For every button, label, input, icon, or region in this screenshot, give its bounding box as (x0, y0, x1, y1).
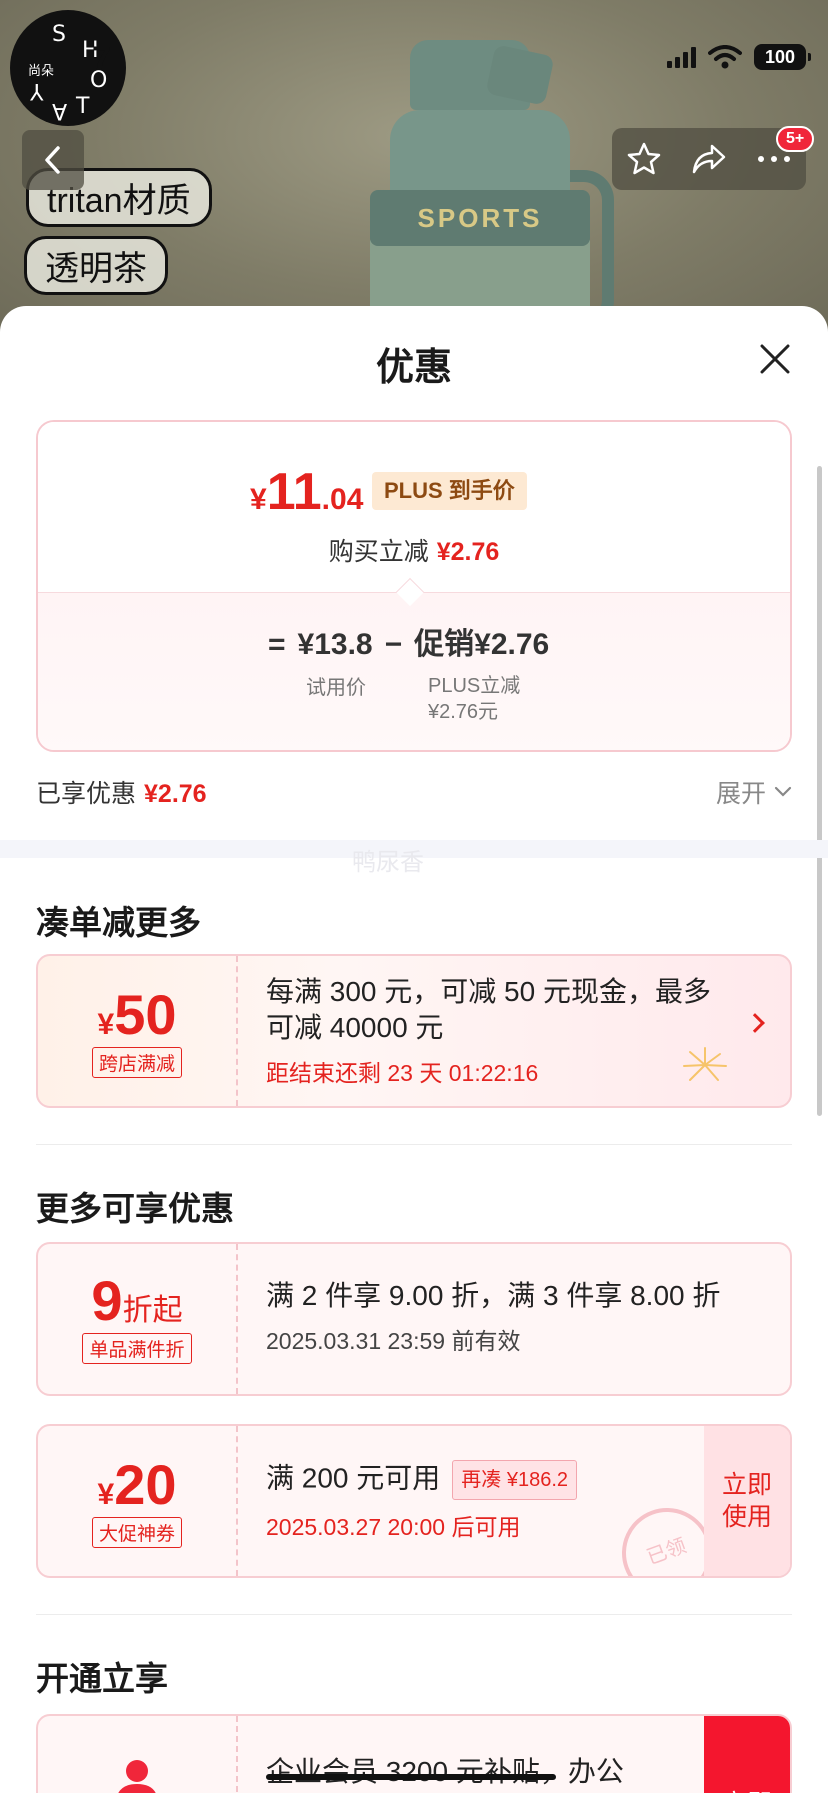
instant-discount-row: 购买立减 ¥2.76 (328, 538, 500, 566)
wifi-icon (708, 45, 742, 69)
plus-price-tag: PLUS 到手价 (372, 472, 527, 510)
coupon-type-label: 跨店满减 (91, 1047, 182, 1078)
firework-icon (683, 1047, 727, 1081)
section-title-open: 开通立享 (36, 1660, 168, 1697)
watermark: 鸭尿香 (352, 849, 424, 876)
coupon-countdown: 距结束还剩 23 天 01:22:16 (266, 1060, 539, 1086)
discount-description: 满 2 件享 9.00 折，满 3 件享 8.00 折 (266, 1280, 721, 1311)
expand-button[interactable]: 展开 (716, 774, 792, 810)
discount-amount-area: 9折起 单品满件折 (38, 1244, 238, 1394)
coupon-amount-area: ¥50 跨店满减 (38, 956, 238, 1106)
discount-validity: 2025.03.31 23:59 前有效 (266, 1328, 521, 1354)
plus-discount-label: PLUS立减 ¥2.76元 (428, 675, 521, 723)
section-line (36, 1614, 792, 1615)
add-more-chip: 再凑 ¥186.2 (452, 1460, 578, 1500)
price-breakdown-card: ¥11.04 PLUS 到手价 购买立减 ¥2.76 = ¥13.8 − 促销¥2… (36, 420, 792, 752)
cross-store-coupon[interactable]: ¥50 跨店满减 每满 300 元，可减 50 元现金，最多可减 40000 元… (36, 954, 792, 1108)
section-line (36, 1144, 792, 1145)
open-now-button[interactable]: 立即 (704, 1716, 790, 1793)
final-price: ¥11.04 (250, 463, 364, 521)
enjoyed-discount: 已享优惠 ¥2.76 (36, 780, 207, 808)
voucher-description: 满 200 元可用 再凑 ¥186.2 (266, 1460, 690, 1500)
trial-price-label: 试用价 (306, 677, 366, 699)
multi-piece-discount[interactable]: 9折起 单品满件折 满 2 件享 9.00 折，满 3 件享 8.00 折 20… (36, 1242, 792, 1396)
bottle-band-text: SPORTS (370, 190, 590, 246)
scrollbar[interactable] (817, 466, 822, 1116)
section-title-enjoy: 更多可享优惠 (36, 1190, 234, 1227)
promotion-sheet: 优惠 ¥11.04 PLUS 到手价 购买立减 ¥2.76 = ¥13.8 − 促… (0, 306, 828, 1793)
section-title-more: 凑单减更多 (36, 904, 201, 941)
close-button[interactable] (758, 342, 792, 376)
battery-icon: 100 (754, 44, 811, 70)
membership-icon-area (38, 1716, 238, 1793)
signal-icon (667, 46, 696, 68)
notification-badge: 5+ (776, 126, 815, 152)
chevron-down-icon (774, 786, 792, 797)
discount-type-label: 单品满件折 (82, 1333, 192, 1364)
discount-amount: 9折起 (91, 1269, 183, 1332)
voucher-amount: ¥20 (97, 1453, 177, 1516)
more-icon[interactable] (756, 154, 792, 164)
membership-description: 企业会员 3200 元补贴，办公 (266, 1756, 624, 1787)
chevron-left-icon (45, 146, 60, 174)
status-time: 7 (92, 40, 111, 78)
voucher-type-label: 大促神券 (91, 1517, 182, 1548)
bottle-image: SPORTS (370, 40, 620, 340)
use-now-button[interactable]: 立即使用 (704, 1426, 790, 1576)
user-icon (118, 1760, 156, 1793)
star-icon[interactable] (626, 141, 662, 177)
coupon-amount: ¥50 (97, 983, 177, 1046)
membership-offer[interactable]: 企业会员 3200 元补贴，办公 立即 (36, 1714, 792, 1793)
sheet-title: 优惠 (375, 347, 452, 389)
product-tag-tea: 透明茶 (24, 236, 168, 295)
voucher-amount-area: ¥20 大促神券 (38, 1426, 238, 1576)
price-calculation: = ¥13.8 − 促销¥2.76 (268, 628, 550, 661)
promo-voucher[interactable]: ¥20 大促神券 满 200 元可用 再凑 ¥186.2 2025.03.27 2… (36, 1424, 792, 1578)
coupon-description: 每满 300 元，可减 50 元现金，最多可减 40000 元 (266, 976, 711, 1043)
status-icons: 100 (667, 44, 811, 70)
share-icon[interactable] (690, 142, 728, 176)
back-button[interactable] (22, 130, 84, 190)
